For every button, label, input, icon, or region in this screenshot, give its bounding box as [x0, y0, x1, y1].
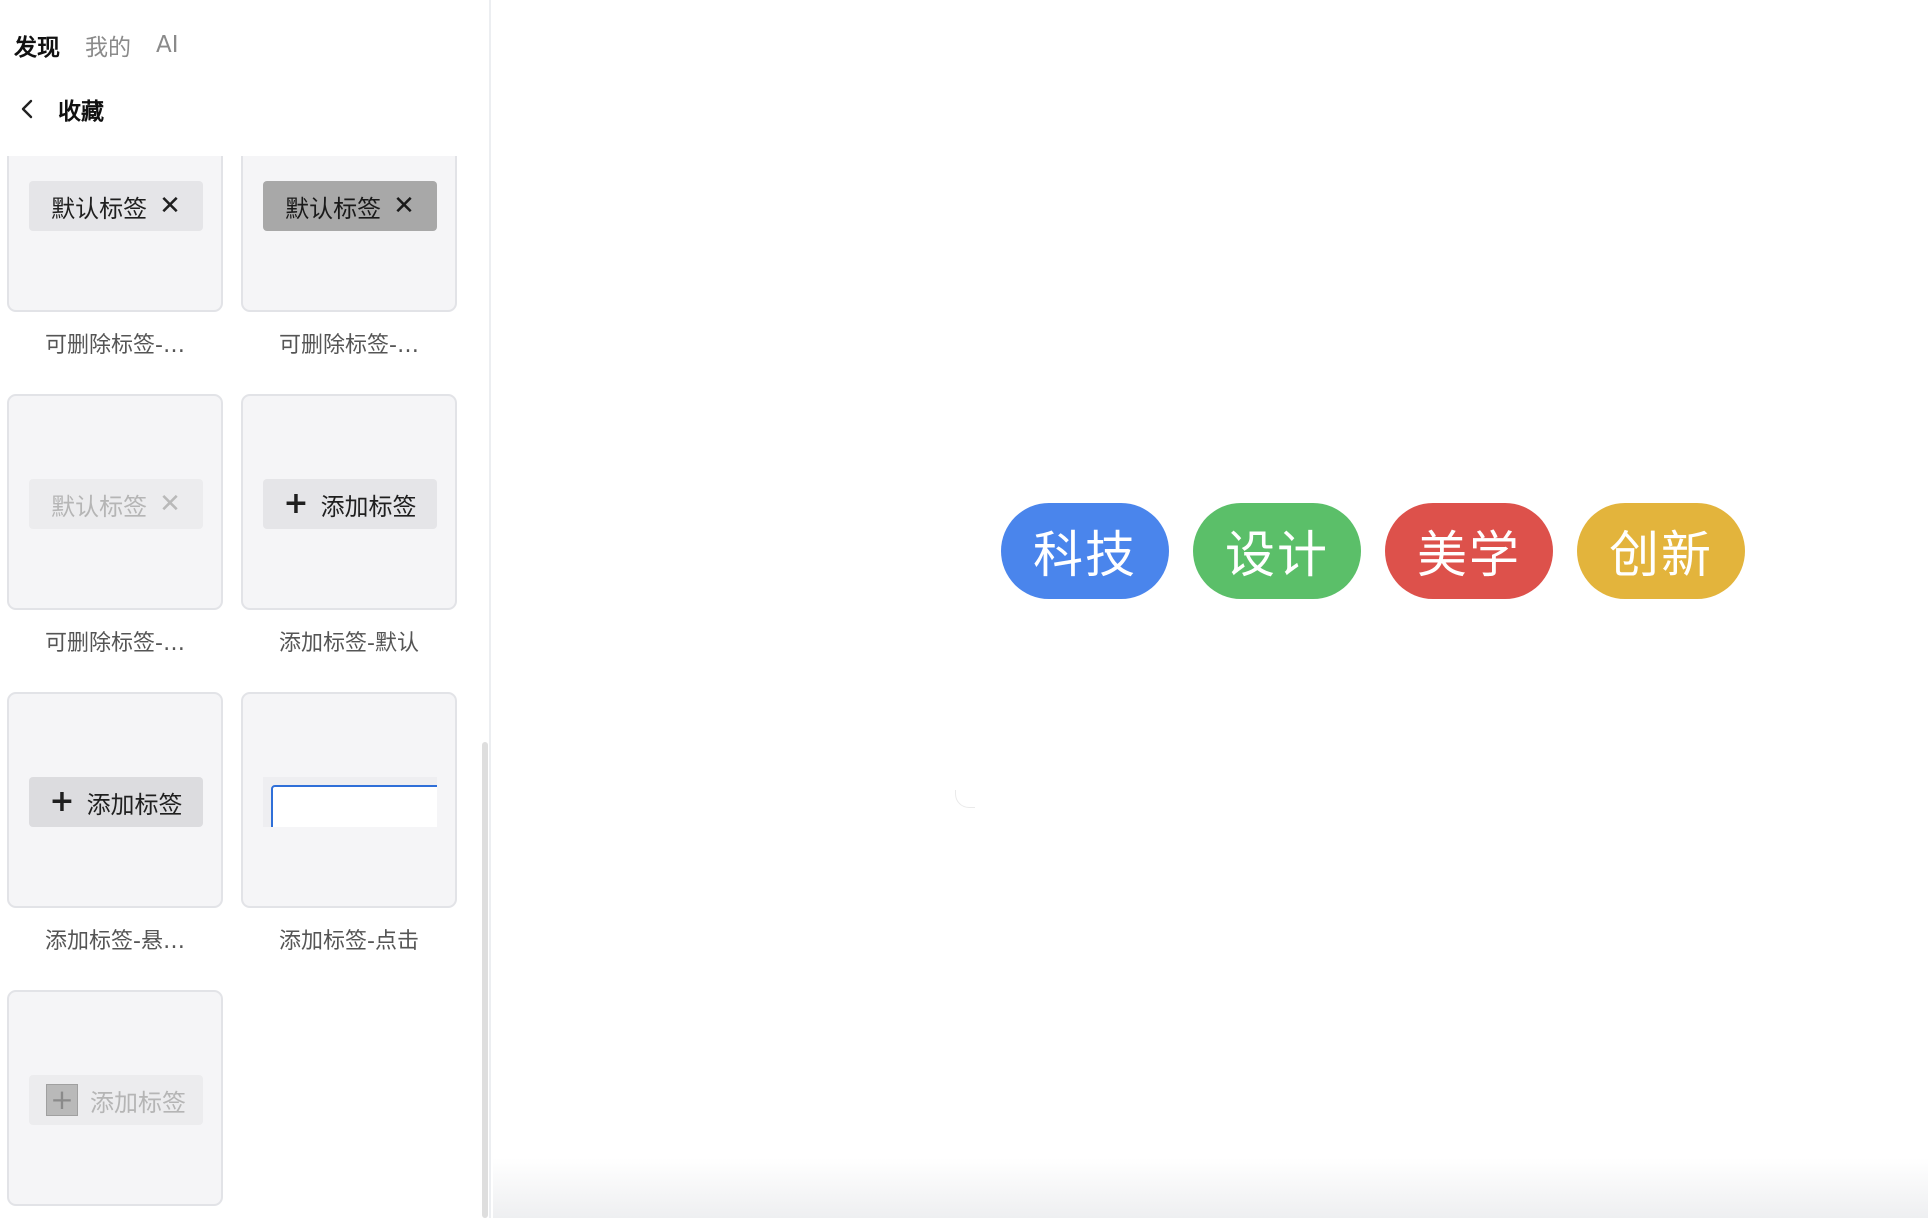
sidebar-scrollbar[interactable] — [482, 742, 488, 1218]
add-tag-default[interactable]: + 添加标签 — [263, 479, 437, 529]
component-card[interactable]: 默认标签 ✕ 可删除标签-… — [7, 394, 223, 657]
add-tag-input-wrap — [263, 777, 437, 827]
frame-corner — [955, 790, 975, 808]
tag-label: 默认标签 — [285, 194, 382, 223]
tag-label: 默认标签 — [51, 194, 148, 223]
tag-label: 添加标签 — [90, 1088, 186, 1117]
close-icon: ✕ — [159, 489, 181, 519]
card-caption: 可删除标签-… — [45, 333, 185, 358]
tag-label: 添加标签 — [86, 790, 183, 819]
card-preview[interactable]: 默认标签 ✕ — [7, 394, 223, 610]
component-card[interactable]: + 添加标签 添加标签-默认 — [241, 394, 457, 657]
add-tag-disabled: + 添加标签 — [29, 1075, 203, 1125]
card-preview[interactable]: 默认标签 ✕ — [7, 156, 223, 312]
deletable-tag-default[interactable]: 默认标签 ✕ — [29, 181, 203, 231]
component-card[interactable]: 默认标签 ✕ 可删除标签-… — [241, 156, 457, 359]
card-preview[interactable]: 默认标签 ✕ — [241, 156, 457, 312]
deletable-tag-disabled: 默认标签 ✕ — [29, 479, 203, 529]
deletable-tag-active[interactable]: 默认标签 ✕ — [263, 181, 437, 231]
component-card[interactable]: 默认标签 ✕ 可删除标签-… — [7, 156, 223, 359]
pill-tech[interactable]: 科技 — [1001, 503, 1169, 599]
top-tabs: 发现 我的 AI — [14, 28, 179, 62]
tag-pill-group: 科技 设计 美学 创新 — [1001, 503, 1745, 599]
plus-icon: + — [49, 784, 75, 819]
canvas-bottom-fade — [493, 1158, 1928, 1218]
tab-mine[interactable]: 我的 — [85, 28, 131, 62]
favorites-header: 收藏 — [14, 92, 104, 126]
pill-innovation[interactable]: 创新 — [1577, 503, 1745, 599]
card-preview[interactable]: + 添加标签 — [7, 692, 223, 908]
page-title: 收藏 — [58, 99, 104, 125]
card-caption: 添加标签-点击 — [279, 929, 419, 954]
plus-icon: + — [46, 1084, 78, 1116]
tag-label: 添加标签 — [320, 492, 417, 521]
preview-canvas: 科技 设计 美学 创新 — [493, 0, 1928, 1218]
add-tag-hover[interactable]: + 添加标签 — [29, 777, 203, 827]
tab-discover[interactable]: 发现 — [14, 28, 60, 62]
close-icon[interactable]: ✕ — [393, 193, 415, 219]
card-preview[interactable]: + 添加标签 — [241, 394, 457, 610]
card-caption: 可删除标签-… — [279, 333, 419, 358]
card-caption: 添加标签-悬… — [45, 929, 185, 954]
sidebar: 发现 我的 AI 收藏 默认标签 ✕ 可删除标签-… 默认标签 ✕ 可删除标签-… — [0, 0, 491, 1218]
close-icon[interactable]: ✕ — [159, 193, 181, 219]
chevron-left-icon[interactable] — [14, 95, 42, 123]
pill-aesthetics[interactable]: 美学 — [1385, 503, 1553, 599]
card-caption: 添加标签-默认 — [279, 631, 419, 656]
card-preview[interactable] — [241, 692, 457, 908]
card-preview[interactable]: + 添加标签 — [7, 990, 223, 1206]
plus-icon: + — [283, 486, 309, 521]
pill-design[interactable]: 设计 — [1193, 503, 1361, 599]
component-grid: 默认标签 ✕ 可删除标签-… 默认标签 ✕ 可删除标签-… 默认标签 ✕ 可删除… — [7, 156, 461, 1218]
component-card[interactable]: + 添加标签 — [7, 990, 223, 1206]
card-caption: 可删除标签-… — [45, 631, 185, 656]
add-tag-input[interactable] — [271, 785, 437, 827]
component-card[interactable]: + 添加标签 添加标签-悬… — [7, 692, 223, 955]
tag-label: 默认标签 — [51, 492, 148, 521]
component-card[interactable]: 添加标签-点击 — [241, 692, 457, 955]
tab-ai[interactable]: AI — [156, 32, 179, 58]
